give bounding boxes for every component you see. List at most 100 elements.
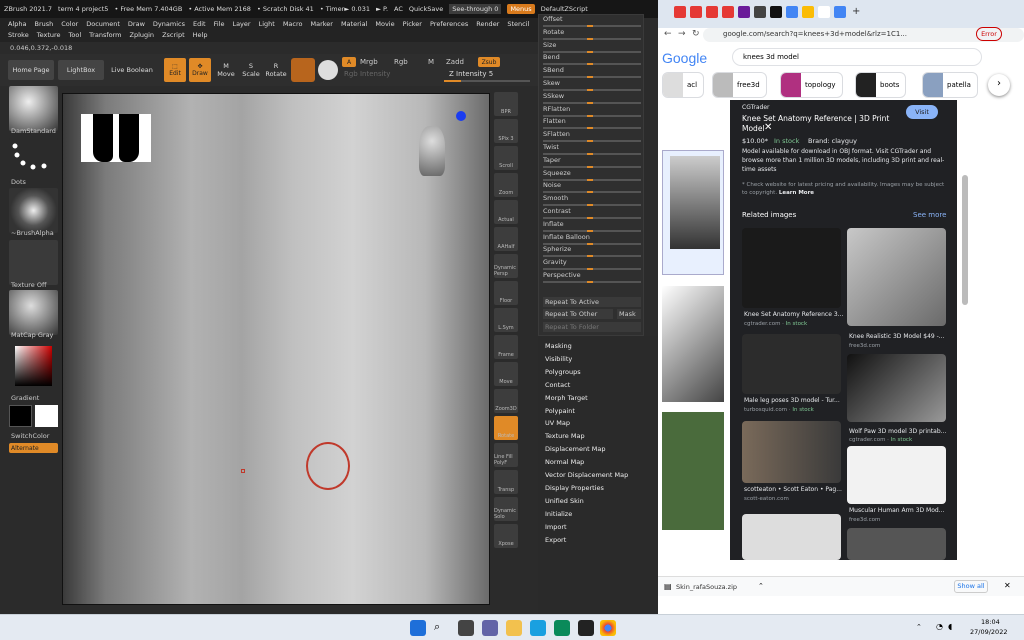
- menu-render[interactable]: Render: [476, 19, 499, 30]
- deform-twist-slider[interactable]: Twist: [543, 143, 641, 155]
- tab-google-icon-2[interactable]: [802, 6, 814, 18]
- rotate-button[interactable]: R Rotate: [265, 58, 287, 82]
- edit-button[interactable]: ⬚ Edit: [164, 58, 186, 82]
- spotlight-icon[interactable]: [318, 60, 338, 80]
- zadd-toggle[interactable]: Zadd: [446, 58, 464, 66]
- live-boolean-button[interactable]: Live Boolean: [108, 60, 156, 80]
- repeat-to-other-button[interactable]: Repeat To Other: [543, 309, 613, 319]
- menu-tool[interactable]: Tool: [69, 30, 82, 41]
- current-brush-icon[interactable]: [291, 58, 315, 82]
- panel-source[interactable]: CGTrader: [742, 104, 770, 111]
- shelf-move-button[interactable]: Move: [494, 362, 518, 386]
- result-thumbnail-2[interactable]: [662, 286, 724, 402]
- main-color-swatch[interactable]: [9, 405, 32, 427]
- mask-button[interactable]: Mask: [617, 309, 641, 319]
- deform-smooth-slider[interactable]: Smooth: [543, 194, 641, 207]
- mrgb-toggle[interactable]: Mrgb: [360, 58, 378, 66]
- related-title-5[interactable]: scotteaton • Scott Eaton • Pag...: [744, 486, 842, 493]
- clock-time[interactable]: 18:04: [981, 618, 1000, 626]
- tab-close-icon[interactable]: [818, 6, 830, 18]
- chip-boots[interactable]: boots: [855, 72, 907, 98]
- show-all-button[interactable]: Show all: [954, 580, 988, 593]
- tab-youtube-icon-3[interactable]: [706, 6, 718, 18]
- tool-menu-masking[interactable]: Masking: [545, 342, 572, 350]
- deform-perspective-slider[interactable]: Perspective: [543, 271, 641, 283]
- related-image-8[interactable]: [847, 528, 946, 560]
- page-scrollbar[interactable]: [962, 175, 968, 305]
- related-title-2[interactable]: Knee Realistic 3D Model $49 -...: [849, 333, 945, 340]
- menu-dynamics[interactable]: Dynamics: [153, 19, 185, 30]
- shelf-floor-button[interactable]: Floor: [494, 281, 518, 305]
- volume-icon[interactable]: ◖: [948, 622, 952, 631]
- menu-zscript[interactable]: Zscript: [162, 30, 185, 41]
- menu-texture[interactable]: Texture: [37, 30, 61, 41]
- deform-spherize-slider[interactable]: Spherize: [543, 245, 641, 258]
- related-image-7[interactable]: [742, 514, 841, 560]
- chat-icon[interactable]: [482, 620, 498, 636]
- tool-menu-export[interactable]: Export: [545, 536, 566, 544]
- home-page-button[interactable]: Home Page: [8, 60, 54, 80]
- deform-inflate-slider[interactable]: Inflate: [543, 220, 641, 232]
- tab-bookmark-icon[interactable]: [754, 6, 766, 18]
- chip-topology[interactable]: topology: [780, 72, 843, 98]
- texture-thumbnail[interactable]: [9, 240, 58, 285]
- chevron-up-icon[interactable]: ⌃: [758, 582, 764, 590]
- deform-sflatten-slider[interactable]: SFlatten: [543, 130, 641, 143]
- deform-flatten-slider[interactable]: Flatten: [543, 117, 641, 130]
- menu-picker[interactable]: Picker: [403, 19, 422, 30]
- tab-site-icon[interactable]: [770, 6, 782, 18]
- start-icon[interactable]: [410, 620, 426, 636]
- chip-patella[interactable]: patella: [922, 72, 978, 98]
- menu-alpha[interactable]: Alpha: [8, 19, 26, 30]
- panel-title[interactable]: Knee Set Anatomy Reference | 3D Print Mo…: [742, 114, 908, 134]
- shelf-zoom3d-button[interactable]: Zoom3D: [494, 389, 518, 413]
- menu-help[interactable]: Help: [193, 30, 208, 41]
- shelf-spix-3-button[interactable]: SPix 3: [494, 119, 518, 143]
- menu-light[interactable]: Light: [259, 19, 275, 30]
- chip-free3d[interactable]: free3d: [712, 72, 767, 98]
- new-tab-icon[interactable]: +: [852, 6, 864, 18]
- search-input[interactable]: knees 3d model: [732, 48, 982, 66]
- quicksave-button[interactable]: QuickSave: [409, 5, 443, 13]
- menu-layer[interactable]: Layer: [232, 19, 250, 30]
- scale-button[interactable]: S Scale: [240, 58, 262, 82]
- tab-youtube-icon[interactable]: [674, 6, 686, 18]
- related-title-4[interactable]: Wolf Paw 3D model 3D printab...: [849, 428, 946, 435]
- related-image-1[interactable]: [742, 228, 841, 308]
- tool-menu-import[interactable]: Import: [545, 523, 567, 531]
- deform-offset-slider[interactable]: Offset: [543, 15, 641, 27]
- chrome-taskbar-icon[interactable]: [600, 620, 616, 636]
- related-image-2[interactable]: [847, 228, 946, 326]
- tool-menu-polypaint[interactable]: Polypaint: [545, 407, 575, 415]
- tool-menu-initialize[interactable]: Initialize: [545, 510, 572, 518]
- menu-zplugin[interactable]: Zplugin: [130, 30, 155, 41]
- shelf-dynamic-persp-button[interactable]: Dynamic Persp: [494, 254, 518, 278]
- deform-contrast-slider[interactable]: Contrast: [543, 207, 641, 219]
- shelf-zoom-button[interactable]: Zoom: [494, 173, 518, 197]
- lightbox-button[interactable]: LightBox: [58, 60, 104, 80]
- tool-menu-contact[interactable]: Contact: [545, 381, 570, 389]
- deform-squeeze-slider[interactable]: Squeeze: [543, 169, 641, 181]
- shelf-scroll-button[interactable]: Scroll: [494, 146, 518, 170]
- shelf-transp-button[interactable]: Transp: [494, 470, 518, 494]
- result-thumbnail-3[interactable]: [662, 412, 724, 530]
- download-filename[interactable]: Skin_rafaSouza.zip: [676, 583, 737, 591]
- deform-gravity-slider[interactable]: Gravity: [543, 258, 641, 271]
- shelf-xpose-button[interactable]: Xpose: [494, 524, 518, 548]
- zbrush-taskbar-icon[interactable]: [578, 620, 594, 636]
- seethrough-slider[interactable]: See-through 0: [449, 4, 502, 14]
- a-toggle[interactable]: A: [342, 57, 356, 67]
- tool-menu-visibility[interactable]: Visibility: [545, 355, 572, 363]
- orientation-head-icon[interactable]: [419, 126, 445, 176]
- tool-menu-displacement-map[interactable]: Displacement Map: [545, 445, 605, 453]
- tab-google-icon-3[interactable]: [834, 6, 846, 18]
- related-title-6[interactable]: Muscular Human Arm 3D Mod...: [849, 507, 944, 514]
- learn-more-link[interactable]: Learn More: [779, 190, 814, 196]
- deform-size-slider[interactable]: Size: [543, 41, 641, 53]
- deform-sbend-slider[interactable]: SBend: [543, 66, 641, 79]
- axis-gizmo-icon[interactable]: [456, 111, 466, 121]
- tool-menu-display-properties[interactable]: Display Properties: [545, 484, 604, 492]
- zsub-toggle[interactable]: Zsub: [478, 57, 500, 67]
- shelf-line-fill-polyf-button[interactable]: Line Fill PolyF: [494, 443, 518, 467]
- menu-transform[interactable]: Transform: [89, 30, 121, 41]
